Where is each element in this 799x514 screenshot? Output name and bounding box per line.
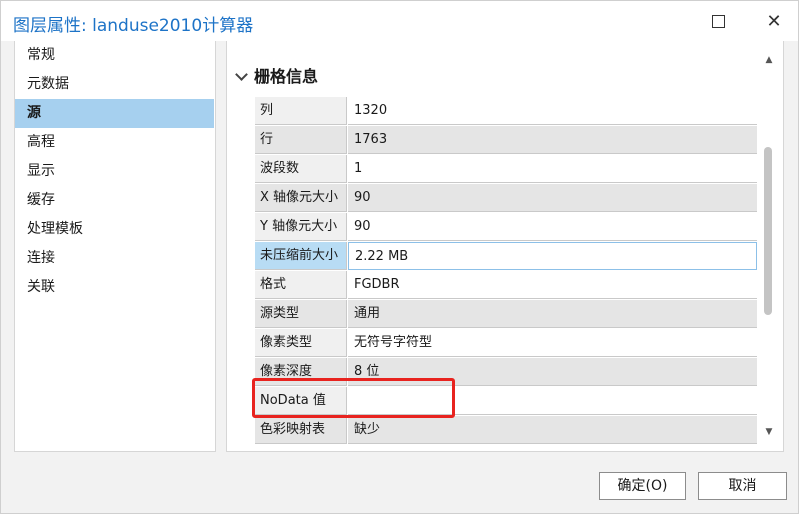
property-row[interactable]: 列 1320 (255, 97, 757, 126)
property-row[interactable]: 像素类型 无符号字符型 (255, 329, 757, 358)
property-row-selected[interactable]: 未压缩前大小 2.22 MB (255, 242, 757, 271)
raster-info-header[interactable]: 栅格信息 (235, 63, 319, 87)
nav-item-elevation[interactable]: 高程 (15, 128, 214, 157)
property-value: 90 (348, 184, 757, 212)
nav-item-joins[interactable]: 连接 (15, 244, 214, 273)
scroll-thumb[interactable] (764, 147, 772, 315)
scroll-up-icon[interactable]: ▲ (764, 55, 774, 65)
property-key: 波段数 (255, 155, 347, 183)
property-key: 未压缩前大小 (255, 242, 347, 270)
property-row[interactable]: X 轴像元大小 90 (255, 184, 757, 213)
property-row[interactable]: 格式 FGDBR (255, 271, 757, 300)
scroll-down-icon[interactable]: ▼ (764, 427, 774, 437)
property-value: 1763 (348, 126, 757, 154)
property-value: 2.22 MB (348, 242, 757, 270)
nav-item-relates[interactable]: 关联 (15, 273, 214, 302)
category-list: 常规 元数据 源 高程 显示 缓存 处理模板 连接 关联 (14, 41, 216, 452)
property-value: 无符号字符型 (348, 329, 757, 357)
property-row[interactable]: 波段数 1 (255, 155, 757, 184)
nav-item-source[interactable]: 源 (15, 99, 214, 128)
nav-item-processing-templates[interactable]: 处理模板 (15, 215, 214, 244)
dialog-title: 图层属性: landuse2010计算器 (13, 16, 254, 36)
property-row[interactable]: 色彩映射表 缺少 (255, 416, 757, 445)
cancel-button[interactable]: 取消 (698, 472, 787, 500)
close-icon: ✕ (766, 11, 782, 32)
property-value: 缺少 (348, 416, 757, 444)
property-row[interactable]: 行 1763 (255, 126, 757, 155)
layer-properties-dialog: 图层属性: landuse2010计算器 ✕ 常规 元数据 源 高程 显示 缓存… (0, 0, 799, 514)
property-key: Y 轴像元大小 (255, 213, 347, 241)
property-key: 源类型 (255, 300, 347, 328)
property-value: 通用 (348, 300, 757, 328)
property-key: 列 (255, 97, 347, 125)
property-value: 90 (348, 213, 757, 241)
property-key: 像素类型 (255, 329, 347, 357)
maximize-icon (711, 14, 725, 28)
property-value: 1 (348, 155, 757, 183)
maximize-button[interactable] (698, 7, 738, 37)
property-key: X 轴像元大小 (255, 184, 347, 212)
ok-button[interactable]: 确定(O) (599, 472, 686, 500)
property-key: 行 (255, 126, 347, 154)
property-row[interactable]: 源类型 通用 (255, 300, 757, 329)
property-value: FGDBR (348, 271, 757, 299)
nav-item-general[interactable]: 常规 (15, 41, 214, 70)
nav-item-display[interactable]: 显示 (15, 157, 214, 186)
nav-item-cache[interactable]: 缓存 (15, 186, 214, 215)
vertical-scrollbar[interactable]: ▲ ▼ (760, 49, 778, 443)
property-value: 1320 (348, 97, 757, 125)
property-key: 色彩映射表 (255, 416, 347, 444)
section-title: 栅格信息 (254, 67, 319, 86)
nav-item-metadata[interactable]: 元数据 (15, 70, 214, 99)
close-button[interactable]: ✕ (754, 7, 794, 37)
property-key: 格式 (255, 271, 347, 299)
title-bar[interactable]: 图层属性: landuse2010计算器 ✕ (1, 1, 798, 41)
highlight-annotation (252, 378, 455, 418)
chevron-down-icon (235, 68, 248, 81)
property-row[interactable]: Y 轴像元大小 90 (255, 213, 757, 242)
